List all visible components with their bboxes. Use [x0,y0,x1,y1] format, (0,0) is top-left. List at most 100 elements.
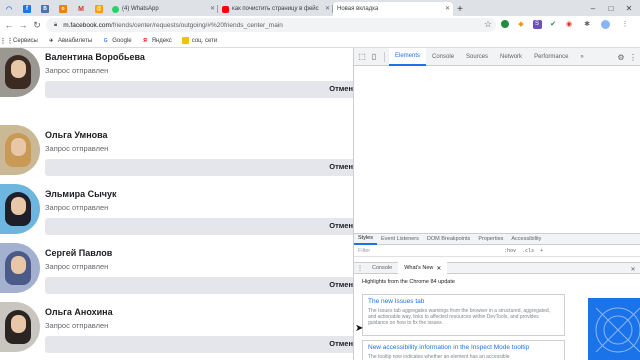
minimize-icon[interactable]: – [586,0,600,16]
avatar-face [11,256,26,274]
cancel-label: Отмен [329,280,353,289]
back-icon[interactable]: ← [2,18,16,32]
settings-gear-icon[interactable]: ⚙ [615,51,627,63]
news-title[interactable]: The new Issues tab [368,298,559,305]
class-toggle[interactable]: .cls [522,248,534,254]
extension-check-icon[interactable]: ✔ [548,19,558,29]
news-card[interactable]: The new Issues tab The Issues tab aggreg… [362,294,565,336]
friend-name[interactable]: Валентина Воробьева [45,52,145,62]
maximize-icon[interactable]: □ [604,0,618,16]
close-drawer-icon[interactable]: ✕ [627,263,639,275]
tab-whatsapp[interactable]: (4) WhatsApp ✕ [108,2,218,16]
avatar[interactable] [0,184,40,234]
menu-kebab-icon[interactable]: ⋮ [620,19,630,29]
gmail-tab-icon[interactable]: M [72,2,90,16]
news-card[interactable]: New accessibility information in the Ins… [362,340,565,360]
request-status: Запрос отправлен [45,321,109,330]
cancel-label: Отмен [329,162,353,171]
tab-console[interactable]: Console [426,48,460,66]
styles-tabbar: Styles Event Listeners DOM Breakpoints P… [354,233,640,245]
tab-event-listeners[interactable]: Event Listeners [377,233,423,245]
close-window-icon[interactable]: ✕ [622,0,636,16]
more-tabs-button[interactable]: » [574,48,589,66]
hover-state-toggle[interactable]: :hov [504,248,516,254]
ok-tab-icon[interactable]: о [54,2,72,16]
request-status: Запрос отправлен [45,66,109,75]
cancel-request-button[interactable]: Отмен [45,159,353,176]
cancel-request-button[interactable]: Отмен [45,336,353,353]
avatar[interactable] [0,48,40,97]
drawer-tab-console[interactable]: Console [366,262,398,274]
mail-tab-icon[interactable]: @ [90,2,108,16]
avatar[interactable] [0,243,40,293]
request-status: Запрос отправлен [45,203,109,212]
bookmark-social[interactable]: соц. сети [181,37,217,44]
profile-avatar-icon[interactable] [600,19,610,29]
friend-request-item: Ольга Анохина Запрос отправлен Отмен [0,302,353,360]
inspect-element-icon[interactable]: ⬚ [356,51,368,63]
cancel-request-button[interactable]: Отмен [45,218,353,235]
tab-network[interactable]: Network [494,48,528,66]
friend-name[interactable]: Эльмира Сычук [45,189,117,199]
yandex-icon: Я [143,37,147,44]
wifi-tab-icon[interactable]: ◠ [0,2,18,16]
tab-elements[interactable]: Elements [389,48,427,66]
extension-lens-icon[interactable]: ◉ [564,19,574,29]
extension-green-icon[interactable] [500,19,510,29]
extensions-puzzle-icon[interactable]: ✱ [582,19,592,29]
news-title[interactable]: New accessibility information in the Ins… [368,344,559,351]
tab-styles[interactable]: Styles [354,233,377,245]
avatar-face [11,197,26,215]
device-toolbar-icon[interactable]: ▯ [368,51,380,63]
tab-accessibility[interactable]: Accessibility [507,233,545,245]
friend-name[interactable]: Сергей Павлов [45,248,112,258]
bookmark-yandex[interactable]: Я Яндекс [142,37,171,44]
bookmark-avia[interactable]: ✈ Авиабилеты [48,37,92,44]
styles-filter-input[interactable]: Filter [358,248,370,254]
extension-s-icon[interactable]: S [532,19,542,29]
bookmark-services[interactable]: ⋮⋮ Сервисы [0,37,38,45]
bookmark-google[interactable]: G Google [102,37,132,44]
address-path: /friends/center/requests/outgoing/#%20fr… [110,21,283,29]
cancel-request-button[interactable]: Отмен [45,277,353,294]
facebook-tab-icon[interactable]: f [18,2,36,16]
forward-icon[interactable]: → [16,18,30,32]
drawer-menu-icon[interactable]: ⋮ [354,262,366,274]
avatar-face [11,60,26,78]
vk-tab-icon[interactable]: В [36,2,54,16]
friend-name[interactable]: Ольга Умнова [45,130,108,140]
tab-dom-breakpoints[interactable]: DOM Breakpoints [423,233,474,245]
cancel-label: Отмен [329,84,353,93]
tab-youtube[interactable]: как почистить страницу в фейс ✕ [218,2,333,16]
address-host: m.facebook.com [63,21,111,29]
devtools-menu-icon[interactable]: ⋮ [627,51,639,63]
tab-new-tab[interactable]: Новая вкладка ✕ [333,2,453,16]
tab-properties[interactable]: Properties [474,233,507,245]
tab-sources[interactable]: Sources [460,48,494,66]
close-icon[interactable]: ✕ [445,5,450,12]
new-tab-button[interactable]: + [453,2,467,16]
avatar[interactable] [0,302,40,352]
tab-label: (4) WhatsApp [122,6,159,12]
close-icon[interactable]: ✕ [436,265,441,272]
avatar[interactable] [0,125,40,175]
cancel-request-button[interactable]: Отмен [45,81,353,98]
reload-icon[interactable]: ↻ [30,18,44,32]
avatar-face [11,138,26,156]
elements-panel[interactable] [354,66,640,232]
close-icon[interactable]: ✕ [210,5,215,12]
facebook-outgoing-requests: Валентина Воробьева Запрос отправлен Отм… [0,48,353,360]
close-icon[interactable]: ✕ [325,5,330,12]
extension-shield-icon[interactable]: ◆ [516,19,526,29]
drawer-tab-label: What's New [404,265,434,271]
chrome-update-illustration [588,298,640,360]
friend-name[interactable]: Ольга Анохина [45,307,113,317]
new-style-rule-button[interactable]: + [540,248,543,254]
bookmark-star-icon[interactable]: ☆ [484,19,492,30]
cancel-label: Отмен [329,339,353,348]
address-bar[interactable]: 🔒︎ m.facebook.com/friends/center/request… [46,18,496,32]
request-status: Запрос отправлен [45,262,109,271]
drawer-tab-whats-new[interactable]: What's New ✕ [398,262,448,274]
tab-performance[interactable]: Performance [528,48,574,66]
friend-request-item: Сергей Павлов Запрос отправлен Отмен [0,243,353,302]
